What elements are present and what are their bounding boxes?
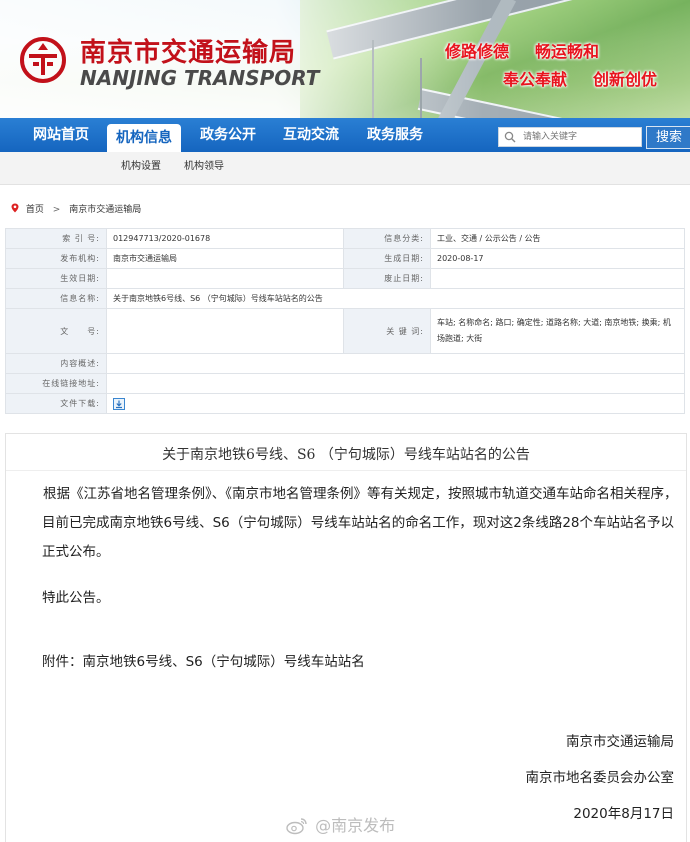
- breadcrumb-separator-icon: >: [52, 205, 61, 215]
- summary-label: 内容概述:: [5, 353, 107, 374]
- signer-place-name-office: 南京市地名委员会办公室: [525, 770, 675, 786]
- summary-value: [106, 353, 685, 374]
- publisher-value: 南京市交通运输局: [106, 248, 344, 269]
- generated-date-label: 生成日期:: [343, 248, 431, 269]
- file-download-cell: [106, 393, 685, 414]
- brand-title-en[interactable]: NANJING TRANSPORT: [80, 66, 319, 90]
- title-divider: [6, 470, 686, 471]
- attachment-link[interactable]: 附件：南京地铁6号线、S6（宁句城际）号线车站站名: [42, 648, 365, 677]
- info-name-label: 信息名称:: [5, 288, 107, 309]
- keywords-label: 关 键 词:: [343, 308, 431, 354]
- search-input[interactable]: [523, 128, 635, 146]
- nav-item-org-info[interactable]: 机构信息: [107, 124, 181, 152]
- location-pin-icon: [11, 203, 19, 213]
- nav-item-gov-affairs[interactable]: 政务公开: [192, 118, 264, 152]
- effective-date-value: [106, 268, 344, 289]
- subnav-item-org-setup[interactable]: 机构设置: [121, 152, 161, 182]
- index-number-label: 索 引 号:: [5, 228, 107, 249]
- expiry-date-label: 废止日期:: [343, 268, 431, 289]
- search-box: [498, 127, 642, 147]
- slogan-text: 畅运畅和: [535, 42, 600, 61]
- weibo-watermark: @南京发布: [286, 812, 395, 836]
- effective-date-label: 生效日期:: [5, 268, 107, 289]
- breadcrumb: 首页 > 南京市交通运输局: [10, 203, 141, 217]
- category-value: 工业、交通 / 公示公告 / 公告: [430, 228, 685, 249]
- nav-item-interaction[interactable]: 互动交流: [275, 118, 347, 152]
- document-number-label: 文 号:: [5, 308, 107, 354]
- index-number-value: 012947713/2020-01678: [106, 228, 344, 249]
- site-banner: 南京市交通运输局 NANJING TRANSPORT 修路修德 畅运畅和 奉公奉…: [0, 0, 690, 118]
- breadcrumb-current[interactable]: 南京市交通运输局: [69, 205, 141, 215]
- nav-item-home[interactable]: 网站首页: [25, 118, 97, 152]
- category-label: 信息分类:: [343, 228, 431, 249]
- document-number-value: [106, 308, 344, 354]
- nanjing-transport-logo-icon[interactable]: [20, 37, 66, 83]
- sub-nav: 机构设置 机构领导: [0, 152, 690, 185]
- nav-item-services[interactable]: 政务服务: [359, 118, 431, 152]
- article-paragraph: 根据《江苏省地名管理条例》、《南京市地名管理条例》等有关规定，按照城市轨道交通车…: [42, 486, 678, 560]
- online-link-value: [106, 373, 685, 394]
- search-button[interactable]: 搜索: [646, 126, 690, 149]
- brand-title-cn[interactable]: 南京市交通运输局: [80, 32, 296, 69]
- slogan-text: 奉公奉献: [503, 70, 568, 89]
- online-link-label: 在线链接地址:: [5, 373, 107, 394]
- info-name-value: 关于南京地铁6号线、S6 （宁句城际）号线车站站名的公告: [106, 288, 685, 309]
- breadcrumb-home-link[interactable]: 首页: [26, 205, 44, 215]
- slogan-text: 修路修德: [445, 42, 510, 61]
- expiry-date-value: [430, 268, 685, 289]
- document-info-table: 索 引 号: 012947713/2020-01678 信息分类: 工业、交通 …: [5, 228, 685, 414]
- watermark-text: @南京发布: [315, 816, 396, 835]
- keywords-value: 车站; 名称命名; 路口; 确定性; 道路名称; 大道; 南京地铁; 换乘; 机…: [430, 308, 685, 354]
- subnav-item-org-leaders[interactable]: 机构领导: [184, 152, 224, 182]
- generated-date-value: 2020-08-17: [430, 248, 685, 269]
- weibo-icon: [286, 818, 307, 835]
- article-paragraph: 特此公告。: [42, 590, 110, 606]
- download-icon[interactable]: [113, 397, 125, 410]
- article-title: 关于南京地铁6号线、S6 （宁句城际）号线车站站名的公告: [162, 447, 530, 463]
- article-panel: 关于南京地铁6号线、S6 （宁句城际）号线车站站名的公告 根据《江苏省地名管理条…: [5, 433, 687, 842]
- slogan-text: 创新创优: [593, 70, 658, 89]
- publisher-label: 发布机构:: [5, 248, 107, 269]
- search-icon: [504, 131, 516, 143]
- file-download-label: 文件下载:: [5, 393, 107, 414]
- signer-transport-bureau: 南京市交通运输局: [566, 734, 674, 750]
- announcement-date: 2020年8月17日: [573, 806, 674, 822]
